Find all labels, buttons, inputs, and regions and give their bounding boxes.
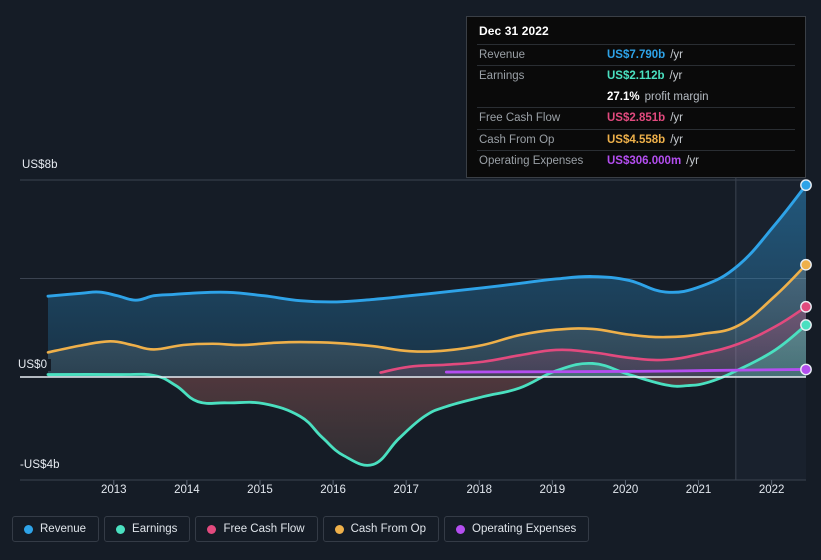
legend-item-revenue[interactable]: Revenue bbox=[12, 516, 100, 542]
tooltip-row-unit: /yr bbox=[670, 112, 683, 125]
tooltip-rows: Revenue US$7.790b/yr Earnings US$2.112b/yr 2… bbox=[477, 44, 795, 171]
x-axis-tick-label: 2019 bbox=[539, 484, 566, 496]
tooltip-row-value: US$4.558b bbox=[607, 133, 666, 146]
chart-legend[interactable]: Revenue Earnings Free Cash Flow Cash From O… bbox=[12, 516, 590, 542]
x-axis-tick-label: 2022 bbox=[758, 484, 785, 496]
tooltip-row-value: US$7.790b bbox=[607, 49, 666, 61]
y-axis-label-min: -US$4b bbox=[20, 459, 64, 471]
legend-item-label: Cash From Op bbox=[350, 523, 427, 535]
tooltip-row-unit: /yr bbox=[686, 154, 699, 167]
tooltip-row: Earnings US$2.112b/yr bbox=[477, 65, 795, 86]
x-axis-tick-label: 2013 bbox=[100, 484, 127, 496]
tooltip-row: 27.1% profit margin bbox=[477, 87, 795, 107]
legend-item-operating-expenses[interactable]: Operating Expenses bbox=[444, 516, 590, 542]
tooltip-row: Free Cash Flow US$2.851b/yr bbox=[477, 107, 795, 128]
legend-color-dot-icon bbox=[116, 524, 126, 534]
tooltip-row-value: US$306.000m bbox=[607, 154, 682, 167]
y-axis-label-zero: US$0 bbox=[18, 359, 52, 371]
tooltip-date: Dec 31 2022 bbox=[479, 24, 549, 38]
legend-color-dot-icon bbox=[334, 524, 344, 534]
tooltip-row: Revenue US$7.790b/yr bbox=[477, 44, 795, 65]
financial-performance-chart: US$8b US$0 -US$4b 2013 2014 2015 2016 2017 20… bbox=[0, 0, 821, 560]
data-point-tooltip: Dec 31 2022 Revenue US$7.790b/yr Earnings U… bbox=[466, 16, 806, 179]
legend-item-label: Free Cash Flow bbox=[223, 523, 305, 535]
tooltip-row-label: Revenue bbox=[479, 49, 526, 61]
legend-color-dot-icon bbox=[456, 524, 466, 534]
tooltip-row-value: US$2.851b bbox=[607, 112, 666, 125]
legend-item-label: Revenue bbox=[40, 523, 87, 535]
x-axis-tick-label: 2015 bbox=[247, 484, 273, 496]
x-axis-tick-label: 2016 bbox=[320, 484, 346, 496]
tooltip-row-unit: /yr bbox=[670, 133, 683, 146]
tooltip-row-unit: /yr bbox=[670, 49, 683, 61]
tooltip-row-label: Free Cash Flow bbox=[479, 112, 561, 125]
tooltip-row-value: US$2.112b bbox=[607, 70, 665, 83]
tooltip-row: Operating Expenses US$306.000m/yr bbox=[477, 149, 795, 171]
x-axis-tick-label: 2014 bbox=[174, 484, 200, 496]
legend-color-dot-icon bbox=[207, 524, 217, 534]
tooltip-row-label: Earnings bbox=[479, 70, 525, 83]
legend-item-earnings[interactable]: Earnings bbox=[104, 516, 191, 542]
legend-item-label: Operating Expenses bbox=[472, 523, 577, 535]
tooltip-row-unit: /yr bbox=[669, 70, 683, 83]
tooltip-row-unit: profit margin bbox=[644, 90, 709, 103]
x-axis-tick-label: 2020 bbox=[612, 484, 639, 496]
legend-item-cash-from-op[interactable]: Cash From Op bbox=[322, 516, 440, 542]
legend-item-label: Earnings bbox=[132, 523, 178, 535]
x-axis-tick-label: 2018 bbox=[466, 484, 493, 496]
legend-item-free-cash-flow[interactable]: Free Cash Flow bbox=[195, 516, 318, 542]
tooltip-row: Cash From Op US$4.558b/yr bbox=[477, 128, 795, 150]
y-axis-label-max: US$8b bbox=[22, 159, 62, 171]
tooltip-row-label: Cash From Op bbox=[479, 133, 555, 146]
chart-areas bbox=[48, 185, 806, 466]
legend-color-dot-icon bbox=[24, 524, 33, 534]
tooltip-row-value: 27.1% bbox=[607, 90, 640, 103]
tooltip-row-label: Operating Expenses bbox=[479, 154, 584, 167]
x-axis-tick-label: 2021 bbox=[685, 484, 712, 496]
x-axis-tick-label: 2017 bbox=[393, 484, 419, 496]
